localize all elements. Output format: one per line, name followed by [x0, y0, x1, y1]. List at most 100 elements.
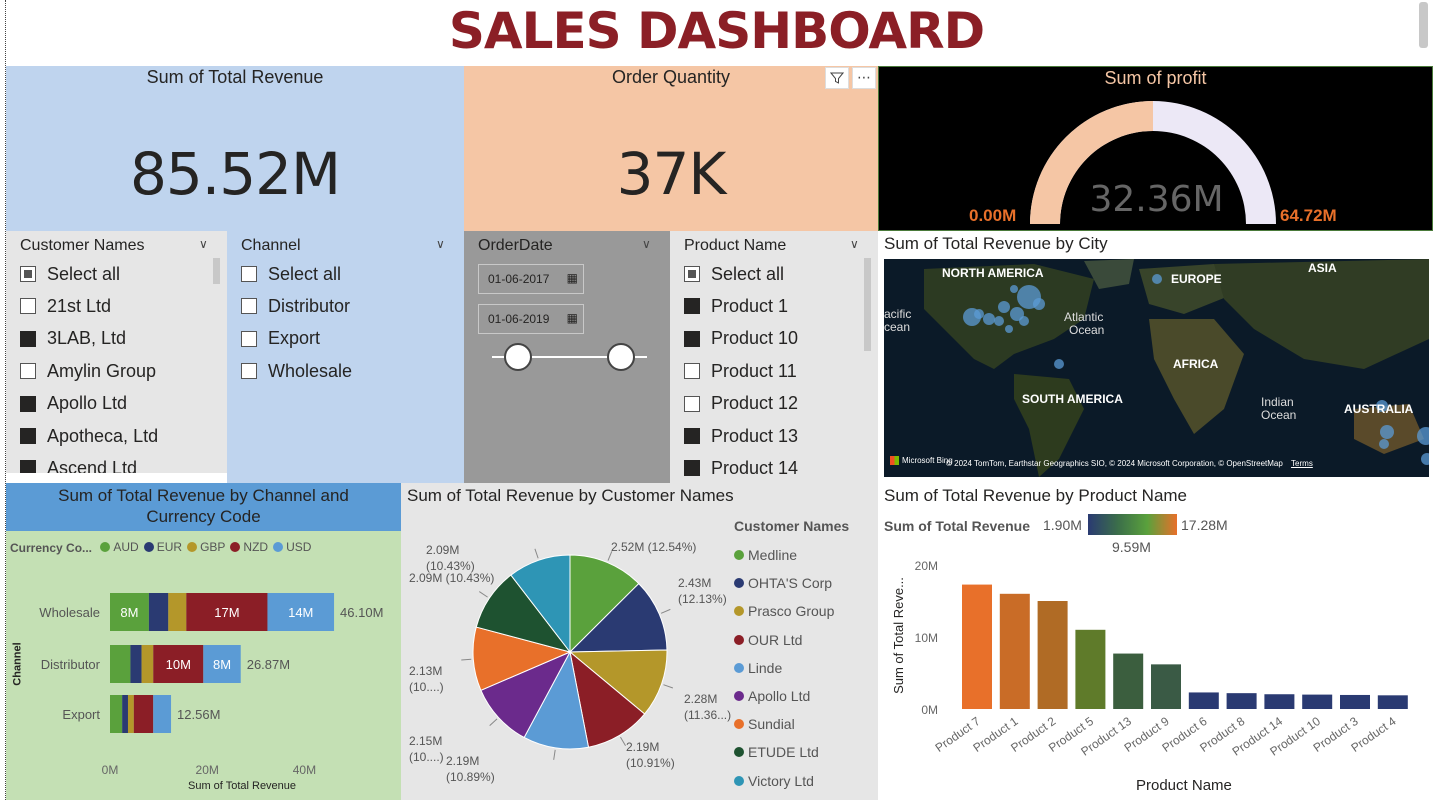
- slicer-item[interactable]: 3LAB, Ltd: [20, 324, 126, 354]
- start-date-value: 01-06-2017: [488, 272, 550, 286]
- checkbox[interactable]: [684, 460, 700, 477]
- leader-line: [489, 718, 498, 727]
- legend-item[interactable]: Linde: [734, 654, 834, 682]
- filter-icon[interactable]: [825, 67, 849, 89]
- slicer-item[interactable]: Product 13: [684, 421, 798, 451]
- date-range-start-handle[interactable]: [504, 343, 532, 371]
- checkbox[interactable]: [241, 363, 257, 380]
- chevron-down-icon[interactable]: ∨: [850, 237, 859, 251]
- revenue-card-value: 85.52M: [129, 140, 341, 208]
- slicer-scrollbar[interactable]: [213, 258, 220, 284]
- legend-dot: [734, 634, 744, 645]
- slicer-item[interactable]: Distributor: [241, 291, 350, 321]
- checkbox[interactable]: [20, 363, 36, 380]
- date-range-end-handle[interactable]: [607, 343, 635, 371]
- map-terms-link[interactable]: Terms: [1291, 459, 1313, 468]
- legend-label: ETUDE Ltd: [748, 744, 819, 761]
- pie-legend: Medline OHTA'S Corp Prasco Group OUR Ltd Lin…: [734, 541, 834, 795]
- checkbox[interactable]: [20, 428, 36, 444]
- city-bubble: [1421, 453, 1429, 465]
- map-label-pacific: acific: [884, 307, 912, 321]
- slicer-item[interactable]: Export: [241, 324, 320, 354]
- checkbox[interactable]: [20, 266, 36, 282]
- end-date-input[interactable]: 01-06-2019 ▦: [478, 304, 584, 334]
- x-tick-label: 40M: [293, 763, 316, 777]
- start-date-input[interactable]: 01-06-2017 ▦: [478, 264, 584, 294]
- slicer-item[interactable]: Product 1: [684, 291, 788, 321]
- checkbox[interactable]: [241, 298, 257, 315]
- slice-label: 2.19M: [446, 754, 479, 768]
- checkbox[interactable]: [20, 395, 36, 412]
- calendar-icon[interactable]: ▦: [567, 271, 578, 285]
- legend-item[interactable]: ETUDE Ltd: [734, 738, 834, 766]
- chevron-down-icon[interactable]: ∨: [642, 237, 651, 251]
- checkbox[interactable]: [684, 298, 700, 315]
- revenue-by-product-chart: Sum of Total Revenue by Product Name Sum…: [878, 483, 1433, 800]
- map-label-south-america: SOUTH AMERICA: [1022, 392, 1123, 406]
- checkbox[interactable]: [684, 363, 700, 380]
- slicer-item[interactable]: Apollo Ltd: [20, 389, 127, 419]
- revenue-card[interactable]: Sum of Total Revenue 85.52M: [6, 66, 464, 231]
- slicer-item-label: Product 14: [711, 457, 799, 478]
- legend-item[interactable]: Prasco Group: [734, 597, 834, 625]
- map-credits: © 2024 TomTom, Earthstar Geographics SIO…: [946, 459, 1313, 468]
- legend-item[interactable]: Apollo Ltd: [734, 682, 834, 710]
- chevron-down-icon[interactable]: ∨: [199, 237, 208, 251]
- more-options-icon[interactable]: ⋯: [852, 67, 876, 89]
- legend-label: Sundial: [748, 716, 795, 733]
- legend-item[interactable]: Medline: [734, 541, 834, 569]
- slice-label: 2.15M: [409, 734, 442, 748]
- checkbox[interactable]: [20, 298, 36, 315]
- checkbox[interactable]: [241, 330, 257, 347]
- map-canvas[interactable]: NORTH AMERICA EUROPE ASIA Atlantic Ocean…: [884, 259, 1429, 477]
- legend-item[interactable]: Victory Ltd: [734, 767, 834, 795]
- slicer-item-label: Select all: [47, 263, 121, 284]
- slicer-item[interactable]: Product 11: [684, 356, 797, 386]
- checkbox[interactable]: [241, 266, 257, 282]
- quantity-card[interactable]: Order Quantity 37K ⋯: [464, 66, 878, 231]
- legend-item[interactable]: OUR Ltd: [734, 626, 834, 654]
- map-label-north-america: NORTH AMERICA: [942, 266, 1044, 280]
- channel-slicer: Channel ∨ Select all Distributor Export Who…: [227, 231, 464, 483]
- x-tick-label: 0M: [102, 763, 119, 777]
- slicer-item-label: Product 10: [711, 328, 799, 349]
- slicer-item[interactable]: Product 14: [684, 453, 798, 483]
- legend-item[interactable]: OHTA'S Corp: [734, 569, 834, 597]
- slicer-item[interactable]: 21st Ltd: [20, 291, 111, 321]
- slicer-item-label: Amylin Group: [47, 360, 157, 381]
- slicer-item[interactable]: Select all: [684, 259, 784, 289]
- legend-label: Medline: [748, 547, 798, 564]
- page-scrollbar[interactable]: [1419, 2, 1428, 48]
- slicer-item-label: Product 12: [711, 393, 799, 414]
- slicer-scrollbar[interactable]: [864, 258, 871, 351]
- y-tick-label: 0M: [921, 703, 938, 717]
- legend-item[interactable]: Sundial: [734, 710, 834, 738]
- checkbox[interactable]: [684, 428, 700, 444]
- bar-segment: [122, 695, 128, 733]
- chevron-down-icon[interactable]: ∨: [436, 237, 445, 251]
- product-bar: [962, 584, 992, 709]
- map-label-atlantic-2: Ocean: [1069, 323, 1105, 337]
- slicer-item[interactable]: Product 10: [684, 324, 798, 354]
- leader-line: [660, 608, 671, 614]
- leader-line: [479, 591, 488, 598]
- slicer-item[interactable]: Select all: [20, 259, 120, 289]
- checkbox[interactable]: [684, 395, 700, 412]
- slicer-item[interactable]: Wholesale: [241, 356, 352, 386]
- slicer-item-label: 21st Ltd: [47, 295, 112, 316]
- checkbox[interactable]: [684, 266, 700, 282]
- slicer-item[interactable]: Apotheca, Ltd: [20, 421, 158, 451]
- slicer-item[interactable]: Product 12: [684, 389, 798, 419]
- slicer-item[interactable]: Select all: [241, 259, 341, 289]
- total-label: 12.56M: [177, 707, 220, 722]
- slicer-item[interactable]: Amylin Group: [20, 356, 156, 386]
- slice-label: 2.19M: [626, 740, 659, 754]
- profit-gauge-card[interactable]: Sum of profit 32.36M 0.00M 64.72M: [878, 66, 1433, 231]
- y-axis-label: Channel: [11, 642, 24, 686]
- checkbox[interactable]: [20, 330, 36, 347]
- map-label-europe: EUROPE: [1171, 272, 1222, 286]
- checkbox[interactable]: [684, 330, 700, 347]
- calendar-icon[interactable]: ▦: [567, 311, 578, 325]
- leader-line: [620, 736, 626, 747]
- leader-line: [534, 548, 539, 559]
